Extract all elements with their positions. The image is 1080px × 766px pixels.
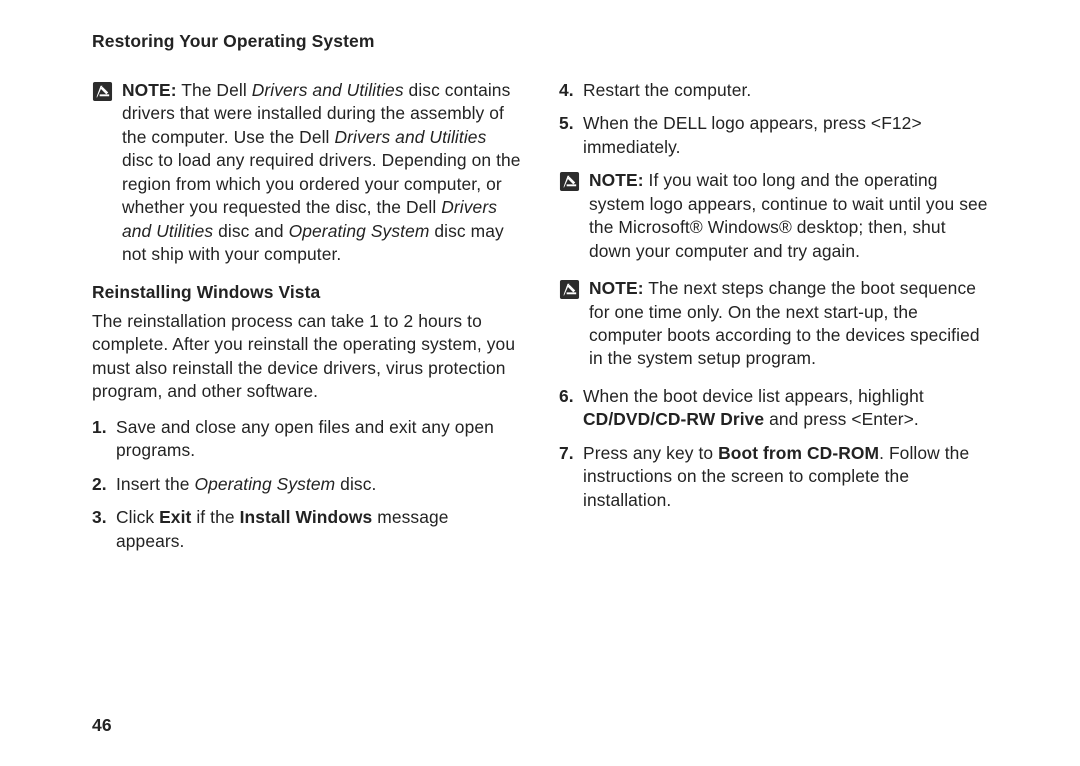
note-text-3: NOTE: The next steps change the boot seq… <box>589 277 988 371</box>
reinstall-paragraph: The reinstallation process can take 1 to… <box>92 310 521 404</box>
step-4: 4. Restart the computer. <box>559 79 988 102</box>
two-column-layout: NOTE: The Dell Drivers and Utilities dis… <box>92 79 988 564</box>
note-label: NOTE: <box>589 278 644 298</box>
steps-left: 1. Save and close any open files and exi… <box>92 416 521 553</box>
note-icon <box>92 81 113 102</box>
page-number: 46 <box>92 714 112 738</box>
steps-right-bottom: 6. When the boot device list appears, hi… <box>559 385 988 512</box>
step-3: 3. Click Exit if the Install Windows mes… <box>92 506 521 553</box>
step-1: 1. Save and close any open files and exi… <box>92 416 521 463</box>
note-label: NOTE: <box>122 80 177 100</box>
left-column: NOTE: The Dell Drivers and Utilities dis… <box>92 79 521 564</box>
note-block-3: NOTE: The next steps change the boot seq… <box>559 277 988 371</box>
step-7: 7. Press any key to Boot from CD-ROM. Fo… <box>559 442 988 512</box>
step-2: 2. Insert the Operating System disc. <box>92 473 521 496</box>
steps-right-top: 4. Restart the computer. 5. When the DEL… <box>559 79 988 159</box>
page-title: Restoring Your Operating System <box>92 30 988 54</box>
note-block-1: NOTE: The Dell Drivers and Utilities dis… <box>92 79 521 267</box>
step-5: 5. When the DELL logo appears, press <F1… <box>559 112 988 159</box>
right-column: 4. Restart the computer. 5. When the DEL… <box>559 79 988 564</box>
note-text-1: NOTE: The Dell Drivers and Utilities dis… <box>122 79 521 267</box>
manual-page: Restoring Your Operating System NOTE: Th… <box>0 0 1080 766</box>
subheading-reinstall: Reinstalling Windows Vista <box>92 281 521 304</box>
step-6: 6. When the boot device list appears, hi… <box>559 385 988 432</box>
note-icon <box>559 171 580 192</box>
note-label: NOTE: <box>589 170 644 190</box>
note-icon <box>559 279 580 300</box>
note-text-2: NOTE: If you wait too long and the opera… <box>589 169 988 263</box>
note-block-2: NOTE: If you wait too long and the opera… <box>559 169 988 263</box>
